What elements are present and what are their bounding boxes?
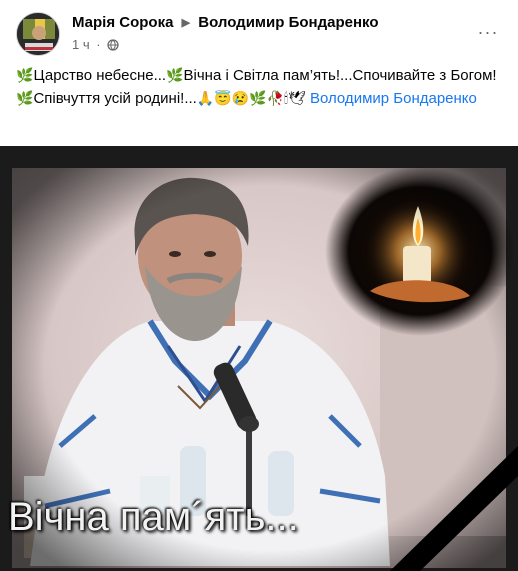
- angel-emoji: 😇: [214, 90, 232, 106]
- leaf-emoji: 🌿: [249, 90, 267, 106]
- post-text: 🌿Царство небесне...🌿Вічна і Світла пам’я…: [16, 64, 506, 110]
- praying-hands-emoji: 🙏: [196, 90, 215, 106]
- sad-face-emoji: 😢: [231, 90, 250, 106]
- leaf-emoji: 🌿: [16, 67, 34, 83]
- arrow-right-icon: ▶: [181, 17, 191, 29]
- more-options-icon[interactable]: ···: [474, 18, 502, 46]
- recipient-name[interactable]: Володимир Бондаренко: [198, 14, 378, 31]
- post-meta: 1 ч ·: [72, 37, 119, 54]
- dove-emoji: 🕊: [288, 90, 306, 106]
- photo-caption: Вічна пам´ять...: [8, 495, 299, 539]
- author-name[interactable]: Марія Сорока: [72, 14, 173, 31]
- leaf-emoji: 🌿: [16, 90, 34, 106]
- memorial-photo[interactable]: Вічна пам´ять...: [0, 146, 518, 571]
- post-card: Марія Сорока ▶ Володимир Бондаренко 1 ч …: [0, 0, 518, 571]
- post-text-part-1: Царство небесне...: [33, 67, 167, 84]
- rose-emoji: 🥀: [266, 90, 285, 106]
- meta-separator: ·: [96, 37, 101, 52]
- post-header: Марія Сорока ▶ Володимир Бондаренко 1 ч …: [16, 10, 508, 58]
- author-line: Марія Сорока ▶ Володимир Бондаренко: [72, 14, 378, 31]
- leaf-emoji: 🌿: [166, 67, 184, 83]
- tagged-person-link[interactable]: Володимир Бондаренко: [310, 90, 477, 107]
- author-avatar[interactable]: [16, 12, 60, 56]
- globe-icon[interactable]: [107, 39, 119, 54]
- post-text-part-3: Співчуття усій родині!...: [33, 90, 197, 107]
- post-time[interactable]: 1 ч: [72, 37, 90, 52]
- post-text-part-2: Вічна і Світла пам’ять!...Спочивайте з Б…: [183, 67, 497, 84]
